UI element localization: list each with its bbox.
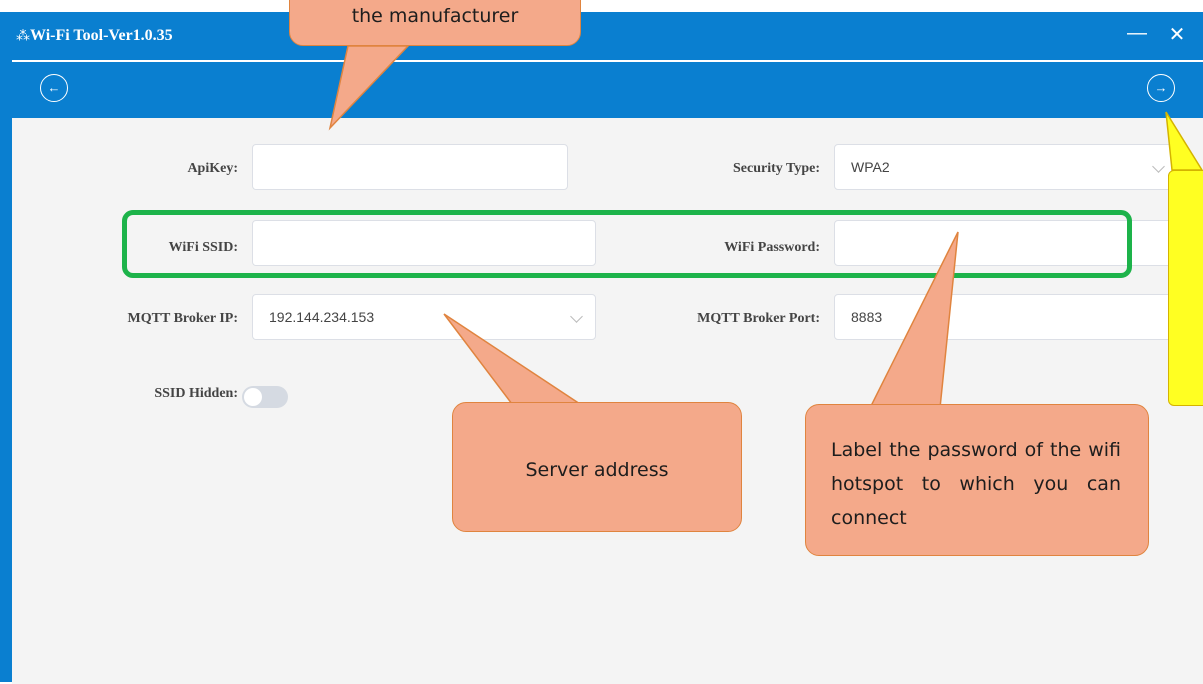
app-logo-icon: ⁂ [16,29,30,44]
arrow-left-icon: ← [47,80,61,95]
forward-button[interactable]: → [1147,74,1175,102]
server-address-callout-text: Server address [525,459,669,481]
mqtt-port-label: MQTT Broker Port: [697,311,820,326]
ssid-hidden-toggle[interactable] [242,386,288,408]
mqtt-port-field[interactable] [834,294,1178,340]
manufacturer-callout: the manufacturer [289,0,581,46]
apikey-field[interactable] [252,144,568,190]
wifi-password-callout-text: Label the password of the wifi hotspot t… [831,439,1121,529]
mqtt-ip-value: 192.144.234.153 [269,309,375,325]
close-button[interactable]: ✕ [1164,22,1190,47]
mqtt-ip-label: MQTT Broker IP: [127,311,238,326]
apikey-input[interactable] [269,145,551,189]
apikey-label: ApiKey: [187,161,238,176]
security-type-value: WPA2 [851,159,890,175]
wifi-credentials-highlight [122,210,1132,278]
toggle-knob [244,388,262,406]
wifi-password-callout: Label the password of the wifi hotspot t… [805,404,1149,556]
security-type-label: Security Type: [733,161,820,176]
chevron-down-icon [1152,160,1165,173]
ssid-hidden-label: SSID Hidden: [154,386,238,401]
security-type-select[interactable]: WPA2 [834,144,1178,190]
mqtt-ip-select[interactable]: 192.144.234.153 [252,294,596,340]
nav-bar: ← → [12,62,1203,118]
minimize-button[interactable]: — [1124,22,1150,45]
yellow-note [1168,170,1203,406]
app-window: ⁂Wi-Fi Tool-Ver1.0.35 — ✕ ← → [0,12,1203,684]
manufacturer-callout-text: the manufacturer [351,5,519,27]
back-button[interactable]: ← [40,74,68,102]
app-title-text: Wi-Fi Tool-Ver1.0.35 [30,27,173,44]
chevron-down-icon [570,310,583,323]
arrow-right-icon: → [1154,80,1168,95]
server-address-callout: Server address [452,402,742,532]
mqtt-port-input[interactable] [851,295,1161,339]
title-bar: ⁂Wi-Fi Tool-Ver1.0.35 — ✕ [0,12,1203,60]
app-title: ⁂Wi-Fi Tool-Ver1.0.35 [16,27,173,45]
